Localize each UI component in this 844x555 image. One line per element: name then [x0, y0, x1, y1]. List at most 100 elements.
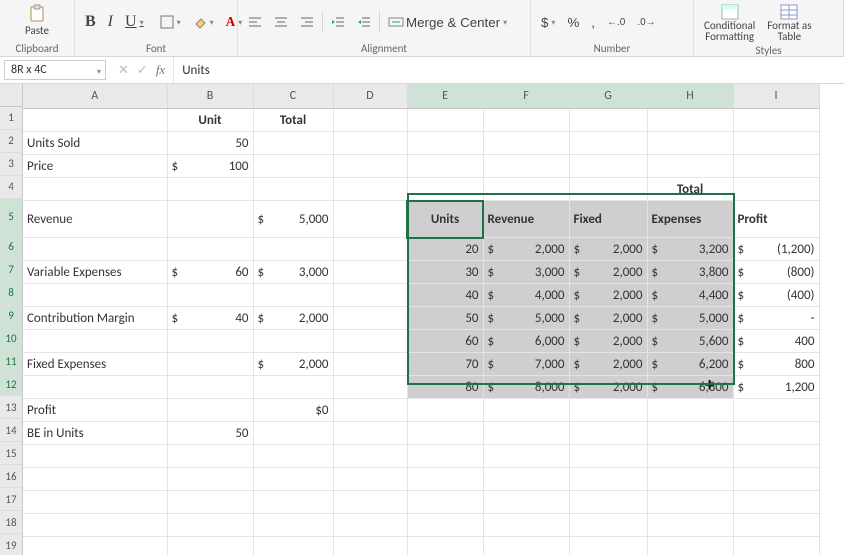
cell[interactable]: $(1,200): [733, 238, 819, 261]
cell[interactable]: [647, 514, 733, 537]
cell[interactable]: [333, 261, 407, 284]
cell[interactable]: [733, 399, 819, 422]
cell[interactable]: [167, 238, 253, 261]
cell[interactable]: [253, 284, 333, 307]
cell[interactable]: [483, 132, 569, 155]
cell[interactable]: [647, 422, 733, 445]
column-header[interactable]: A: [23, 84, 167, 109]
cell[interactable]: [407, 537, 483, 555]
cell[interactable]: [253, 537, 333, 555]
cell[interactable]: [733, 178, 819, 201]
cell[interactable]: [733, 514, 819, 537]
cell[interactable]: [407, 178, 483, 201]
cell[interactable]: [569, 491, 647, 514]
row-header[interactable]: 3: [0, 153, 22, 176]
column-header[interactable]: I: [733, 84, 819, 109]
cell[interactable]: [253, 422, 333, 445]
cell[interactable]: [253, 376, 333, 399]
row-header[interactable]: 18: [0, 511, 22, 534]
cell[interactable]: $2,000: [569, 330, 647, 353]
cell[interactable]: [647, 491, 733, 514]
cell[interactable]: $7,000: [483, 353, 569, 376]
cell[interactable]: 40: [407, 284, 483, 307]
fx-button[interactable]: fx: [156, 62, 165, 78]
row-header[interactable]: 5: [0, 199, 22, 236]
grid[interactable]: ABCDEFGHI UnitTotalUnits Sold50Price$100…: [23, 84, 820, 555]
cell[interactable]: [253, 330, 333, 353]
cell[interactable]: [253, 514, 333, 537]
align-right-button[interactable]: [296, 14, 318, 30]
cell[interactable]: $60: [167, 261, 253, 284]
cell[interactable]: [407, 514, 483, 537]
paste-button[interactable]: Paste: [6, 2, 68, 39]
cell[interactable]: [569, 399, 647, 422]
cell[interactable]: [569, 109, 647, 132]
row-header[interactable]: 6: [0, 236, 22, 259]
cell[interactable]: $400: [733, 330, 819, 353]
cell[interactable]: Unit: [167, 109, 253, 132]
conditional-formatting-button[interactable]: Conditional Formatting: [700, 2, 759, 44]
cell[interactable]: [23, 109, 167, 132]
column-header[interactable]: C: [253, 84, 333, 109]
row-header[interactable]: 10: [0, 328, 22, 351]
cell[interactable]: Expenses: [647, 201, 733, 238]
cell[interactable]: 50: [167, 422, 253, 445]
cell[interactable]: [167, 330, 253, 353]
cell[interactable]: 30: [407, 261, 483, 284]
cell[interactable]: $4,400: [647, 284, 733, 307]
cell[interactable]: [333, 376, 407, 399]
cell[interactable]: $2,000: [253, 353, 333, 376]
row-header[interactable]: 8: [0, 282, 22, 305]
cell[interactable]: [167, 537, 253, 555]
cell[interactable]: $3,000: [253, 261, 333, 284]
cell[interactable]: $5,000: [483, 307, 569, 330]
cell[interactable]: [253, 155, 333, 178]
cell[interactable]: [733, 155, 819, 178]
cell[interactable]: [483, 178, 569, 201]
cell[interactable]: $-: [733, 307, 819, 330]
cell[interactable]: [333, 537, 407, 555]
cell[interactable]: [167, 284, 253, 307]
cell[interactable]: [333, 307, 407, 330]
cell[interactable]: Units: [407, 201, 483, 238]
cell[interactable]: [407, 468, 483, 491]
cell[interactable]: [733, 468, 819, 491]
cell[interactable]: [733, 109, 819, 132]
cell[interactable]: [167, 399, 253, 422]
cell[interactable]: [333, 445, 407, 468]
cell[interactable]: $800: [733, 353, 819, 376]
cell[interactable]: $0: [253, 399, 333, 422]
cell[interactable]: [733, 445, 819, 468]
cell[interactable]: [23, 445, 167, 468]
format-as-table-button[interactable]: Format as Table: [763, 2, 815, 44]
cell[interactable]: 70: [407, 353, 483, 376]
cell[interactable]: $2,000: [569, 284, 647, 307]
cell[interactable]: [333, 330, 407, 353]
cell[interactable]: [167, 445, 253, 468]
inc-indent-button[interactable]: [353, 14, 375, 30]
cell[interactable]: [253, 178, 333, 201]
cell[interactable]: [407, 109, 483, 132]
cell[interactable]: $2,000: [253, 307, 333, 330]
select-all-corner[interactable]: [0, 84, 22, 107]
cell[interactable]: [569, 445, 647, 468]
cell[interactable]: Profit: [733, 201, 819, 238]
percent-button[interactable]: %: [563, 13, 583, 32]
column-header[interactable]: G: [569, 84, 647, 109]
cell[interactable]: $3,800: [647, 261, 733, 284]
cell[interactable]: [253, 468, 333, 491]
cell[interactable]: [23, 178, 167, 201]
cell[interactable]: [483, 422, 569, 445]
cell[interactable]: [333, 178, 407, 201]
currency-button[interactable]: $▾: [537, 13, 559, 32]
cell[interactable]: [407, 399, 483, 422]
decrease-decimal-button[interactable]: .0→: [633, 15, 659, 30]
cell[interactable]: [253, 132, 333, 155]
cell[interactable]: [569, 422, 647, 445]
cell[interactable]: [407, 422, 483, 445]
fill-color-button[interactable]: ▾: [189, 13, 218, 31]
cell[interactable]: [483, 468, 569, 491]
cell[interactable]: [733, 537, 819, 555]
cell[interactable]: [333, 353, 407, 376]
name-box[interactable]: 8R x 4C ▾: [4, 60, 106, 80]
